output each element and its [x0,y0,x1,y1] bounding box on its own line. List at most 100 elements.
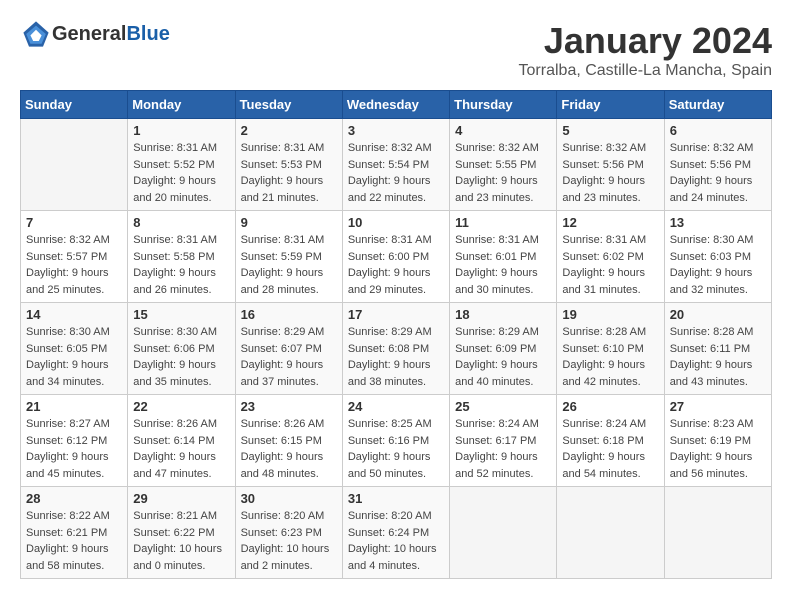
weekday-header-cell: Tuesday [235,91,342,119]
day-info: Sunrise: 8:32 AM Sunset: 5:56 PM Dayligh… [562,140,658,206]
weekday-header-cell: Thursday [450,91,557,119]
calendar-cell: 1 Sunrise: 8:31 AM Sunset: 5:52 PM Daylig… [128,119,235,211]
calendar-cell: 20 Sunrise: 8:28 AM Sunset: 6:11 PM Dayli… [664,303,771,395]
day-info: Sunrise: 8:28 AM Sunset: 6:10 PM Dayligh… [562,324,658,390]
title-block: January 2024 Torralba, Castille-La Manch… [519,20,772,80]
calendar-cell: 15Sunrise: 8:30 AM Sunset: 6:06 PM Dayli… [128,303,235,395]
day-info: Sunrise: 8:32 AM Sunset: 5:55 PM Dayligh… [455,140,551,206]
weekday-header-row: SundayMondayTuesdayWednesdayThursdayFrid… [21,91,772,119]
day-number: 5 [562,123,658,138]
day-info: Sunrise: 8:22 AM Sunset: 6:21 PM Dayligh… [26,508,122,574]
weekday-header-cell: Monday [128,91,235,119]
calendar-cell: 25 Sunrise: 8:24 AM Sunset: 6:17 PM Dayli… [450,395,557,487]
day-number: 27 [670,399,766,414]
month-title: January 2024 [519,20,772,62]
logo-text-blue: Blue [126,23,169,45]
day-info: Sunrise: 8:29 AM Sunset: 6:08 PM Dayligh… [348,324,444,390]
day-info: Sunrise: 8:31 AM Sunset: 6:00 PM Dayligh… [348,232,444,298]
calendar-row: 1 Sunrise: 8:31 AM Sunset: 5:52 PM Daylig… [21,119,772,211]
calendar-cell: 31 Sunrise: 8:20 AM Sunset: 6:24 PM Dayli… [342,487,449,579]
day-info: Sunrise: 8:24 AM Sunset: 6:17 PM Dayligh… [455,416,551,482]
day-info: Sunrise: 8:28 AM Sunset: 6:11 PM Dayligh… [670,324,766,390]
day-info: Sunrise: 8:31 AM Sunset: 5:52 PM Dayligh… [133,140,229,206]
day-info: Sunrise: 8:31 AM Sunset: 5:53 PM Dayligh… [241,140,337,206]
day-info: Sunrise: 8:27 AM Sunset: 6:12 PM Dayligh… [26,416,122,482]
day-info: Sunrise: 8:31 AM Sunset: 5:58 PM Dayligh… [133,232,229,298]
calendar-cell: 26 Sunrise: 8:24 AM Sunset: 6:18 PM Dayli… [557,395,664,487]
day-number: 24 [348,399,444,414]
day-number: 29 [133,491,229,506]
calendar-cell: 3 Sunrise: 8:32 AM Sunset: 5:54 PM Daylig… [342,119,449,211]
day-number: 18 [455,307,551,322]
location-title: Torralba, Castille-La Mancha, Spain [519,62,772,80]
calendar-row: 14 Sunrise: 8:30 AM Sunset: 6:05 PM Dayli… [21,303,772,395]
day-number: 31 [348,491,444,506]
calendar-cell: 16 Sunrise: 8:29 AM Sunset: 6:07 PM Dayli… [235,303,342,395]
day-info: Sunrise: 8:32 AM Sunset: 5:56 PM Dayligh… [670,140,766,206]
calendar-row: 7Sunrise: 8:32 AM Sunset: 5:57 PM Daylig… [21,211,772,303]
page-header: GeneralBlue January 2024 Torralba, Casti… [20,20,772,80]
calendar-cell: 17Sunrise: 8:29 AM Sunset: 6:08 PM Dayli… [342,303,449,395]
day-number: 23 [241,399,337,414]
day-info: Sunrise: 8:20 AM Sunset: 6:24 PM Dayligh… [348,508,444,574]
calendar-cell: 7Sunrise: 8:32 AM Sunset: 5:57 PM Daylig… [21,211,128,303]
calendar-row: 21Sunrise: 8:27 AM Sunset: 6:12 PM Dayli… [21,395,772,487]
day-number: 25 [455,399,551,414]
day-number: 7 [26,215,122,230]
calendar-table: SundayMondayTuesdayWednesdayThursdayFrid… [20,90,772,579]
calendar-cell: 22Sunrise: 8:26 AM Sunset: 6:14 PM Dayli… [128,395,235,487]
day-number: 8 [133,215,229,230]
day-number: 4 [455,123,551,138]
day-info: Sunrise: 8:31 AM Sunset: 6:01 PM Dayligh… [455,232,551,298]
day-number: 30 [241,491,337,506]
day-info: Sunrise: 8:25 AM Sunset: 6:16 PM Dayligh… [348,416,444,482]
day-number: 14 [26,307,122,322]
calendar-cell: 5 Sunrise: 8:32 AM Sunset: 5:56 PM Daylig… [557,119,664,211]
day-info: Sunrise: 8:23 AM Sunset: 6:19 PM Dayligh… [670,416,766,482]
day-number: 26 [562,399,658,414]
day-number: 2 [241,123,337,138]
day-number: 11 [455,215,551,230]
calendar-body: 1 Sunrise: 8:31 AM Sunset: 5:52 PM Daylig… [21,119,772,579]
day-number: 20 [670,307,766,322]
day-info: Sunrise: 8:29 AM Sunset: 6:09 PM Dayligh… [455,324,551,390]
weekday-header-cell: Sunday [21,91,128,119]
calendar-cell [557,487,664,579]
day-info: Sunrise: 8:30 AM Sunset: 6:03 PM Dayligh… [670,232,766,298]
day-number: 3 [348,123,444,138]
calendar-cell: 29Sunrise: 8:21 AM Sunset: 6:22 PM Dayli… [128,487,235,579]
day-info: Sunrise: 8:20 AM Sunset: 6:23 PM Dayligh… [241,508,337,574]
day-info: Sunrise: 8:26 AM Sunset: 6:15 PM Dayligh… [241,416,337,482]
day-info: Sunrise: 8:30 AM Sunset: 6:06 PM Dayligh… [133,324,229,390]
day-info: Sunrise: 8:29 AM Sunset: 6:07 PM Dayligh… [241,324,337,390]
calendar-cell: 21Sunrise: 8:27 AM Sunset: 6:12 PM Dayli… [21,395,128,487]
day-number: 28 [26,491,122,506]
day-info: Sunrise: 8:31 AM Sunset: 6:02 PM Dayligh… [562,232,658,298]
calendar-cell: 12Sunrise: 8:31 AM Sunset: 6:02 PM Dayli… [557,211,664,303]
logo: GeneralBlue [20,20,170,48]
day-info: Sunrise: 8:24 AM Sunset: 6:18 PM Dayligh… [562,416,658,482]
calendar-cell: 27 Sunrise: 8:23 AM Sunset: 6:19 PM Dayli… [664,395,771,487]
calendar-cell: 4 Sunrise: 8:32 AM Sunset: 5:55 PM Daylig… [450,119,557,211]
calendar-cell [664,487,771,579]
calendar-cell: 24 Sunrise: 8:25 AM Sunset: 6:16 PM Dayli… [342,395,449,487]
calendar-cell: 30 Sunrise: 8:20 AM Sunset: 6:23 PM Dayli… [235,487,342,579]
weekday-header-cell: Saturday [664,91,771,119]
day-info: Sunrise: 8:32 AM Sunset: 5:54 PM Dayligh… [348,140,444,206]
day-number: 9 [241,215,337,230]
day-info: Sunrise: 8:30 AM Sunset: 6:05 PM Dayligh… [26,324,122,390]
day-number: 6 [670,123,766,138]
day-info: Sunrise: 8:26 AM Sunset: 6:14 PM Dayligh… [133,416,229,482]
weekday-header-cell: Friday [557,91,664,119]
logo-text-general: General [52,23,126,45]
calendar-cell: 13 Sunrise: 8:30 AM Sunset: 6:03 PM Dayli… [664,211,771,303]
calendar-cell [21,119,128,211]
day-number: 13 [670,215,766,230]
calendar-cell [450,487,557,579]
logo-icon [22,20,50,48]
calendar-cell: 9 Sunrise: 8:31 AM Sunset: 5:59 PM Daylig… [235,211,342,303]
day-number: 1 [133,123,229,138]
calendar-cell: 10Sunrise: 8:31 AM Sunset: 6:00 PM Dayli… [342,211,449,303]
day-number: 16 [241,307,337,322]
day-info: Sunrise: 8:31 AM Sunset: 5:59 PM Dayligh… [241,232,337,298]
